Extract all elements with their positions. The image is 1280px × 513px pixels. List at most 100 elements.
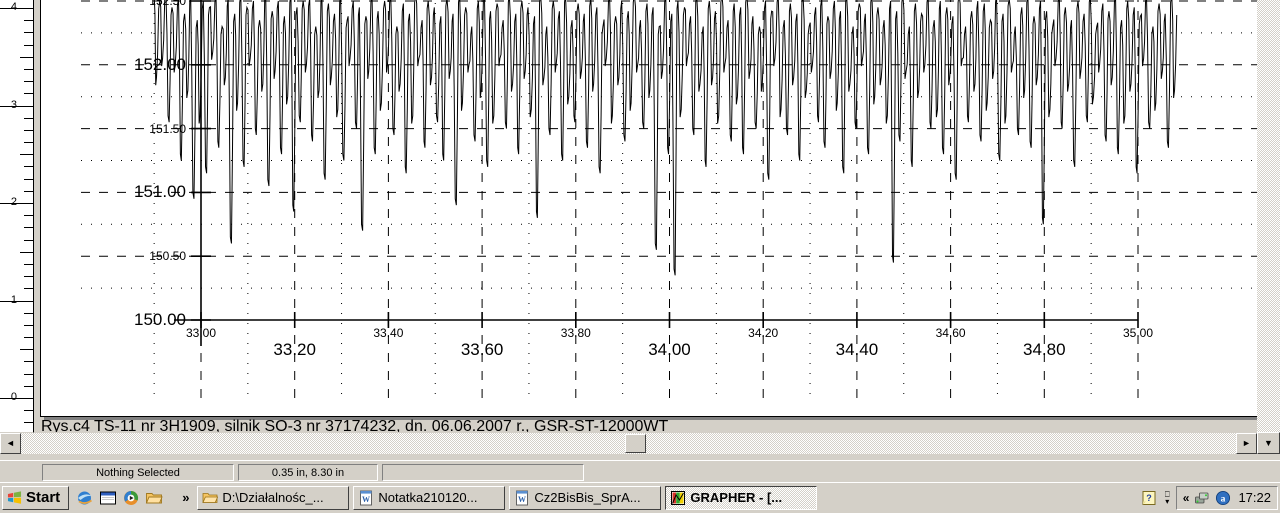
clock[interactable]: 17:22: [1238, 490, 1271, 505]
status-position: 0.35 in, 8.30 in: [238, 464, 378, 481]
drawing-canvas[interactable]: Rys.c4 TS-11 nr 3H1909, silnik SO-3 nr 3…: [34, 0, 1280, 432]
x-axis-tick-label: 34.80: [1023, 340, 1066, 359]
ruler-label: 3: [10, 98, 17, 111]
ruler-tick: [24, 117, 33, 119]
info-icon[interactable]: a: [1215, 490, 1231, 506]
taskbar-button-label: GRAPHER - [...: [690, 490, 783, 505]
ruler-tick: [20, 349, 33, 351]
folder-icon[interactable]: [145, 489, 163, 507]
svg-text:W: W: [518, 495, 526, 504]
start-button[interactable]: Start: [2, 485, 70, 510]
horizontal-scroll-thumb[interactable]: [625, 434, 646, 453]
y-axis-tick-label: 152.00: [134, 54, 186, 74]
ruler-label: 0: [10, 391, 17, 403]
ruler-tick: [24, 93, 33, 95]
y-axis-tick-label: 151.50: [149, 121, 186, 136]
x-axis-tick-label: 33.00: [185, 326, 217, 340]
ruler-tick: [24, 410, 33, 412]
ruler-tick: [24, 385, 33, 387]
ruler-tick: [24, 337, 33, 339]
taskbar-button-label: Notatka210120...: [378, 490, 478, 505]
ruler-tick: [24, 215, 33, 217]
y-axis-tick-label: 152.50: [149, 0, 186, 8]
svg-text:W: W: [362, 495, 370, 504]
horizontal-scroll-track[interactable]: [21, 433, 1236, 454]
quicklaunch-overflow-chevron[interactable]: »: [182, 490, 189, 505]
ruler-tick: [24, 81, 33, 83]
taskbar: Start » D:\Działalnośc_... W Notatka2101…: [0, 482, 1280, 512]
chart-plot[interactable]: Rys.c4 TS-11 nr 3H1909, silnik SO-3 nr 3…: [41, 0, 1261, 432]
y-axis-tick-label: 150.50: [149, 249, 186, 264]
internet-explorer-icon[interactable]: [76, 489, 94, 507]
word-document-icon: W: [516, 490, 529, 505]
ruler-tick: [24, 68, 33, 70]
taskbar-button-label: D:\Działalnośc_...: [222, 490, 324, 505]
grapher-workspace: 4 3 2 1 0 Rys.c4 TS-11 nr 3H1909, silnik SO-…: [0, 0, 1280, 460]
ruler-tick: [24, 361, 33, 363]
document-page[interactable]: Rys.c4 TS-11 nr 3H1909, silnik SO-3 nr 3…: [40, 0, 1261, 432]
scroll-right-button[interactable]: ►: [1236, 433, 1257, 454]
system-tray-area: ? ⎕ ▾ « a 17:22: [1141, 483, 1280, 513]
grip-bottom-glyph: ▾: [1165, 496, 1170, 506]
vertical-ruler[interactable]: 4 3 2 1 0: [0, 0, 34, 432]
ruler-tick: [24, 129, 33, 131]
svg-text:?: ?: [1146, 493, 1152, 503]
ruler-tick: [24, 178, 33, 180]
horizontal-scrollbar[interactable]: ◄ ►: [0, 433, 1257, 454]
ruler-label: 2: [10, 196, 17, 208]
x-axis-tick-label: 34.60: [935, 326, 966, 340]
ruler-tick: [24, 142, 33, 144]
vertical-scroll-track[interactable]: [1257, 0, 1280, 432]
ruler-tick: [24, 227, 33, 229]
network-icon[interactable]: [1194, 490, 1210, 506]
ruler-label: 1: [10, 293, 17, 306]
ruler-tick: [24, 288, 33, 290]
chart-title: Rys.c4 TS-11 nr 3H1909, silnik SO-3 nr 3…: [41, 418, 669, 432]
tray-expander-chevron[interactable]: «: [1183, 491, 1190, 505]
system-tray: « a 17:22: [1175, 485, 1278, 510]
scroll-down-button[interactable]: ▼: [1257, 432, 1280, 454]
show-desktop-icon[interactable]: [99, 489, 117, 507]
ruler-tick: [24, 373, 33, 375]
ruler-tick: [24, 263, 33, 265]
ruler-tick: [20, 56, 33, 58]
ruler-tick: [20, 251, 33, 253]
svg-text:a: a: [1221, 494, 1226, 504]
taskbar-button-cz2bisbis[interactable]: W Cz2BisBis_SprA...: [509, 485, 662, 510]
x-axis-tick-label: 33.80: [560, 326, 591, 340]
taskbar-button-notatka[interactable]: W Notatka210120...: [353, 485, 506, 510]
quick-launch-bar[interactable]: »: [76, 489, 193, 507]
x-axis-tick-label: 33.20: [273, 340, 316, 359]
status-selection: Nothing Selected: [42, 464, 234, 481]
taskbar-button-explorer[interactable]: D:\Działalnośc_...: [197, 485, 350, 510]
help-icon[interactable]: ?: [1141, 490, 1157, 506]
word-document-icon: W: [360, 490, 373, 505]
ruler-tick: [24, 166, 33, 168]
ruler-tick: [24, 324, 33, 326]
ruler-tick: [24, 190, 33, 192]
media-player-icon[interactable]: [122, 489, 140, 507]
tray-grip-handle[interactable]: ⎕ ▾: [1162, 487, 1173, 509]
ruler-tick: [24, 44, 33, 46]
grapher-icon: [671, 490, 686, 505]
ruler-tick: [24, 312, 33, 314]
taskbar-button-label: Cz2BisBis_SprA...: [534, 490, 641, 505]
windows-logo-icon: [7, 490, 22, 504]
vertical-scrollbar[interactable]: ▼: [1257, 0, 1280, 454]
ruler-tick: [24, 239, 33, 241]
taskbar-buttons: D:\Działalnośc_... W Notatka210120... W …: [197, 485, 818, 510]
status-extra: [382, 464, 584, 481]
y-axis-tick-label: 151.00: [134, 182, 186, 202]
scroll-left-button[interactable]: ◄: [0, 433, 21, 454]
x-axis-tick-label: 34.20: [748, 326, 779, 340]
status-bar: Nothing Selected 0.35 in, 8.30 in: [0, 460, 1280, 482]
ruler-tick: [24, 422, 33, 424]
taskbar-button-grapher[interactable]: GRAPHER - [...: [665, 485, 818, 510]
x-axis-tick-label: 33.60: [460, 340, 504, 359]
ruler-tick: [24, 32, 33, 34]
ruler-tick: [24, 20, 33, 22]
ruler-tick: [20, 154, 33, 156]
x-axis-tick-label: 35.00: [1122, 326, 1154, 340]
x-axis-tick-label: 33.40: [373, 326, 404, 340]
x-axis-tick-label: 34.40: [835, 340, 879, 359]
